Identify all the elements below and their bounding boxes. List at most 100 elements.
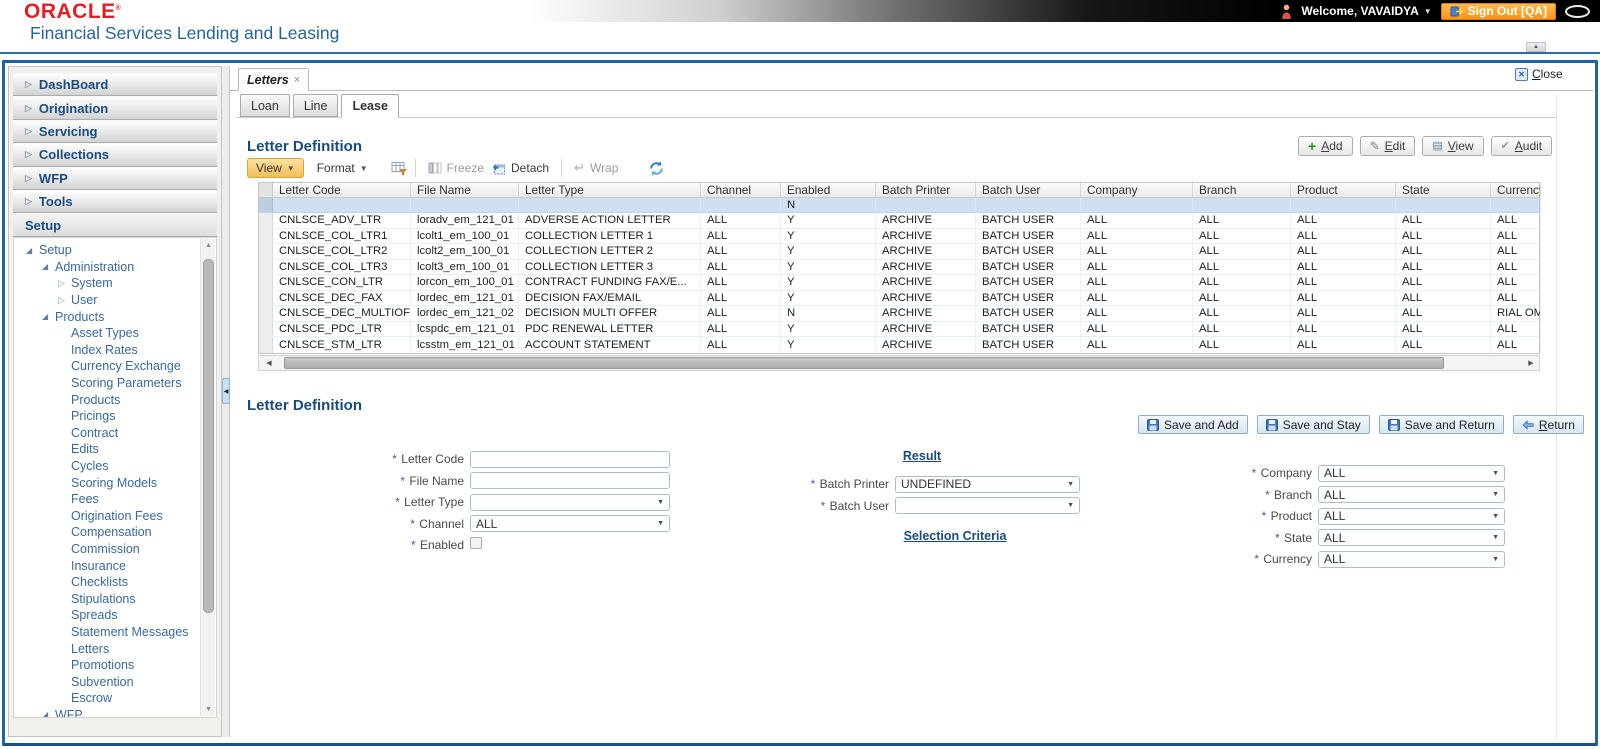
column-header-state[interactable]: State xyxy=(1396,183,1491,197)
column-header-company[interactable]: Company xyxy=(1081,183,1193,197)
tab-close-icon[interactable]: × xyxy=(294,74,300,86)
tree-item-letters[interactable]: Letters xyxy=(16,640,198,657)
query-by-example-icon[interactable] xyxy=(391,161,407,176)
tree-scrollbar[interactable]: ▲ ▼ xyxy=(200,239,215,716)
tree-item-spreads[interactable]: Spreads xyxy=(16,607,198,624)
sidebar-item-servicing[interactable]: ▷Servicing xyxy=(13,120,217,143)
sidebar-item-tools[interactable]: ▷Tools xyxy=(13,190,217,213)
table-row[interactable]: CNLSCE_ADV_LTRloradv_em_121_01ADVERSE AC… xyxy=(259,213,1539,229)
view-menu-button[interactable]: View▼ xyxy=(247,158,304,178)
letter-code-input[interactable] xyxy=(470,451,670,468)
column-header-product[interactable]: Product xyxy=(1291,183,1396,197)
tree-item-subvention[interactable]: Subvention xyxy=(16,673,198,690)
tree-item-index-rates[interactable]: Index Rates xyxy=(16,342,198,359)
tree-item-promotions[interactable]: Promotions xyxy=(16,657,198,674)
tree-expanded-icon[interactable]: ◢ xyxy=(42,262,55,271)
scroll-right-icon[interactable]: ▶ xyxy=(1523,356,1539,370)
button-save-and-add[interactable]: Save and Add xyxy=(1138,415,1248,434)
company-select[interactable]: ALL▼ xyxy=(1318,465,1505,482)
tree-item-pricings[interactable]: Pricings xyxy=(16,408,198,425)
tree-item-setup[interactable]: ◢Setup xyxy=(16,242,198,259)
tree-item-scoring-parameters[interactable]: Scoring Parameters xyxy=(16,375,198,392)
button-return[interactable]: Return xyxy=(1513,415,1584,434)
tree-item-system[interactable]: ▷System xyxy=(16,275,198,292)
column-header-channel[interactable]: Channel xyxy=(701,183,781,197)
freeze-button[interactable]: Freeze xyxy=(424,161,488,175)
collapse-header-button[interactable]: ▲ xyxy=(1526,42,1546,52)
currency-select[interactable]: ALL▼ xyxy=(1318,551,1505,568)
file-name-input[interactable] xyxy=(470,472,670,489)
table-row[interactable]: CNLSCE_DEC_MULTIOFFER_...lordec_em_121_0… xyxy=(259,306,1539,322)
button-save-and-stay[interactable]: Save and Stay xyxy=(1257,415,1370,434)
column-header-currency[interactable]: Currency xyxy=(1491,183,1541,197)
sign-out-button[interactable]: Sign Out [QA] xyxy=(1441,3,1556,20)
tree-item-asset-types[interactable]: Asset Types xyxy=(16,325,198,342)
tree-item-stipulations[interactable]: Stipulations xyxy=(16,590,198,607)
tree-item-products[interactable]: Products xyxy=(16,391,198,408)
column-header-batch-user[interactable]: Batch User xyxy=(976,183,1081,197)
wrap-button[interactable]: ↵ Wrap xyxy=(570,160,622,176)
welcome-menu[interactable]: Welcome, VAVAIDYA ▼ xyxy=(1301,4,1431,18)
tree-item-contract[interactable]: Contract xyxy=(16,425,198,442)
detach-button[interactable]: Detach xyxy=(488,161,553,175)
table-row[interactable]: CNLSCE_COL_LTR1lcolt1_em_100_01COLLECTIO… xyxy=(259,229,1539,245)
tree-expanded-icon[interactable]: ◢ xyxy=(42,312,55,321)
refresh-icon[interactable] xyxy=(648,160,665,177)
format-menu-button[interactable]: Format▼ xyxy=(308,158,377,178)
tree-item-escrow[interactable]: Escrow xyxy=(16,690,198,707)
sidebar-item-wfp[interactable]: ▷WFP xyxy=(13,167,217,190)
tree-item-products[interactable]: ◢Products xyxy=(16,308,198,325)
table-row[interactable]: CNLSCE_STM_LTRlcsstm_em_121_01ACCOUNT ST… xyxy=(259,337,1539,353)
scroll-down-icon[interactable]: ▼ xyxy=(201,706,216,713)
tree-item-administration[interactable]: ◢Administration xyxy=(16,259,198,276)
button-view[interactable]: ▤View xyxy=(1422,136,1483,156)
filter-cell-company[interactable] xyxy=(1081,198,1193,212)
tree-item-fees[interactable]: Fees xyxy=(16,491,198,508)
table-row[interactable]: CNLSCE_COL_LTR2lcolt2_em_100_01COLLECTIO… xyxy=(259,244,1539,260)
filter-cell-enabled[interactable]: N xyxy=(781,198,876,212)
filter-cell-branch[interactable] xyxy=(1193,198,1291,212)
filter-cell-letter-code[interactable] xyxy=(273,198,411,212)
table-row[interactable]: CNLSCE_COL_LTR3lcolt3_em_100_01COLLECTIO… xyxy=(259,260,1539,276)
tree-expanded-icon[interactable]: ◢ xyxy=(42,710,55,717)
column-header-file-name[interactable]: File Name xyxy=(411,183,519,197)
letter-type-select[interactable]: ▼ xyxy=(470,494,670,511)
tree-item-cycles[interactable]: Cycles xyxy=(16,458,198,475)
filter-cell-channel[interactable] xyxy=(701,198,781,212)
filter-cell-batch-printer[interactable] xyxy=(876,198,976,212)
filter-cell-letter-type[interactable] xyxy=(519,198,701,212)
column-header-branch[interactable]: Branch xyxy=(1193,183,1291,197)
tree-item-checklists[interactable]: Checklists xyxy=(16,574,198,591)
filter-cell-product[interactable] xyxy=(1291,198,1396,212)
tree-scrollbar-thumb[interactable] xyxy=(203,259,214,613)
column-header-enabled[interactable]: Enabled xyxy=(781,183,876,197)
sidebar-item-collections[interactable]: ▷Collections xyxy=(13,143,217,166)
tree-item-user[interactable]: ▷User xyxy=(16,292,198,309)
tree-expanded-icon[interactable]: ◢ xyxy=(26,246,39,255)
column-header-batch-printer[interactable]: Batch Printer xyxy=(876,183,976,197)
tree-item-commission[interactable]: Commission xyxy=(16,541,198,558)
close-button[interactable]: ✕ Close xyxy=(1515,67,1563,81)
sidebar-splitter[interactable]: ◀ xyxy=(222,66,230,737)
table-row[interactable]: CNLSCE_DEC_FAXlordec_em_121_01DECISION F… xyxy=(259,291,1539,307)
oval-icon[interactable] xyxy=(1565,5,1590,18)
collapse-sidebar-handle[interactable]: ◀ xyxy=(222,378,230,404)
scroll-left-icon[interactable]: ◀ xyxy=(261,356,277,370)
tab-letters[interactable]: Letters × xyxy=(238,68,309,91)
column-header-letter-code[interactable]: Letter Code xyxy=(273,183,411,197)
tree-item-currency-exchange[interactable]: Currency Exchange xyxy=(16,358,198,375)
filter-cell-file-name[interactable] xyxy=(411,198,519,212)
grid-horizontal-scrollbar[interactable]: ◀ ▶ xyxy=(258,355,1540,371)
table-row[interactable]: CNLSCE_CON_LTRlorcon_em_100_01CONTRACT F… xyxy=(259,275,1539,291)
filter-cell-currency[interactable] xyxy=(1491,198,1541,212)
button-audit[interactable]: ✔Audit xyxy=(1491,136,1553,156)
tree-item-origination-fees[interactable]: Origination Fees xyxy=(16,508,198,525)
tree-item-compensation[interactable]: Compensation xyxy=(16,524,198,541)
subtab-lease[interactable]: Lease xyxy=(341,94,398,118)
tree-item-statement-messages[interactable]: Statement Messages xyxy=(16,624,198,641)
state-select[interactable]: ALL▼ xyxy=(1318,529,1505,546)
button-add[interactable]: +Add xyxy=(1298,136,1353,156)
button-edit[interactable]: ✎Edit xyxy=(1360,136,1416,156)
sidebar-item-origination[interactable]: ▷Origination xyxy=(13,96,217,119)
filter-cell-state[interactable] xyxy=(1396,198,1491,212)
